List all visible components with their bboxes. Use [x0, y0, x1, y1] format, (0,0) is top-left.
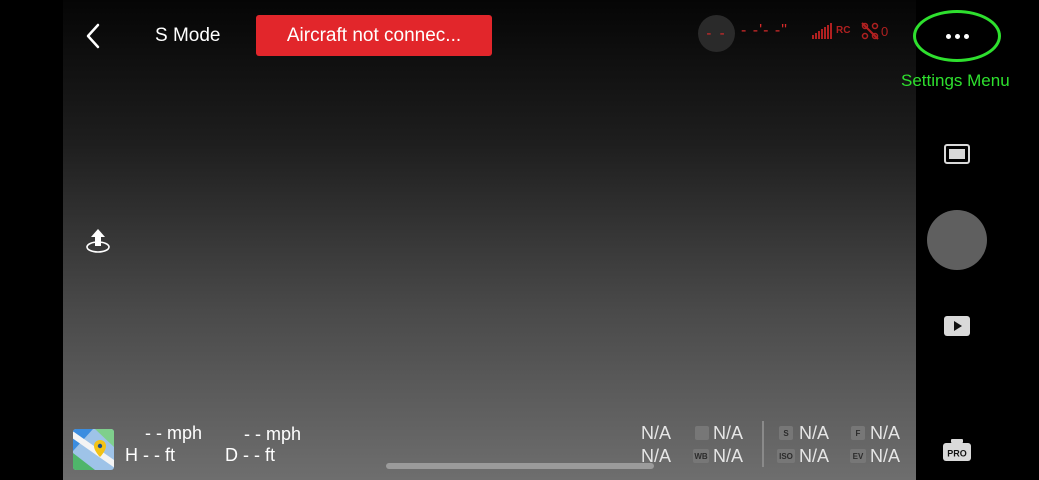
distance-readout: D - - ft	[225, 445, 275, 465]
shutter-speed-icon: S	[779, 426, 793, 440]
horizontal-speed: - - mph	[145, 423, 203, 443]
vertical-speed: - - mph	[244, 424, 302, 444]
exposure-icon: EV	[850, 449, 866, 463]
more-dots-icon	[945, 33, 951, 39]
shutter-button[interactable]	[927, 210, 987, 270]
flight-mode-label[interactable]: S Mode	[155, 25, 220, 47]
aperture-value: N/A	[870, 423, 901, 443]
camera-param: N/A	[641, 423, 672, 443]
gps-satellite-indicator[interactable]: - -	[698, 15, 735, 52]
iso-icon: ISO	[777, 449, 795, 463]
sd-card-icon	[695, 426, 709, 440]
white-balance-icon: WB	[693, 449, 709, 463]
white-balance-value: N/A	[713, 446, 744, 466]
rc-signal-icon	[812, 23, 832, 39]
camera-viewport	[63, 0, 916, 480]
aspect-ratio-icon	[944, 144, 970, 164]
rc-label: RC	[836, 25, 851, 36]
takeoff-icon	[86, 229, 110, 253]
aircraft-disconnected-icon	[861, 22, 879, 40]
pro-label: PRO	[947, 449, 967, 459]
param-divider	[762, 421, 764, 467]
playback-icon	[944, 316, 970, 336]
aircraft-count: 0	[881, 24, 889, 39]
sd-card-capacity: N/A	[713, 423, 744, 443]
iso-value: N/A	[799, 446, 830, 466]
aspect-ratio-button[interactable]	[943, 143, 971, 165]
map-thumbnail[interactable]	[73, 429, 114, 470]
playback-button[interactable]	[943, 314, 971, 338]
takeoff-button[interactable]	[84, 226, 112, 254]
settings-annotation-label: Settings Menu	[901, 71, 1010, 90]
flight-time-readout: - -'- -"	[741, 22, 788, 39]
aperture-icon: F	[851, 426, 865, 440]
shutter-speed-value: N/A	[799, 423, 830, 443]
exposure-value: N/A	[870, 446, 901, 466]
pro-mode-button[interactable]: PRO	[942, 438, 972, 462]
pro-camera-icon: PRO	[943, 439, 971, 461]
back-button[interactable]	[80, 20, 106, 52]
chevron-left-icon	[86, 23, 100, 49]
altitude-readout: H - - ft	[125, 445, 175, 465]
map-icon	[73, 429, 114, 470]
settings-menu-button[interactable]	[928, 22, 986, 50]
home-indicator[interactable]	[386, 463, 654, 469]
connection-status-banner[interactable]: Aircraft not connec...	[256, 15, 492, 56]
